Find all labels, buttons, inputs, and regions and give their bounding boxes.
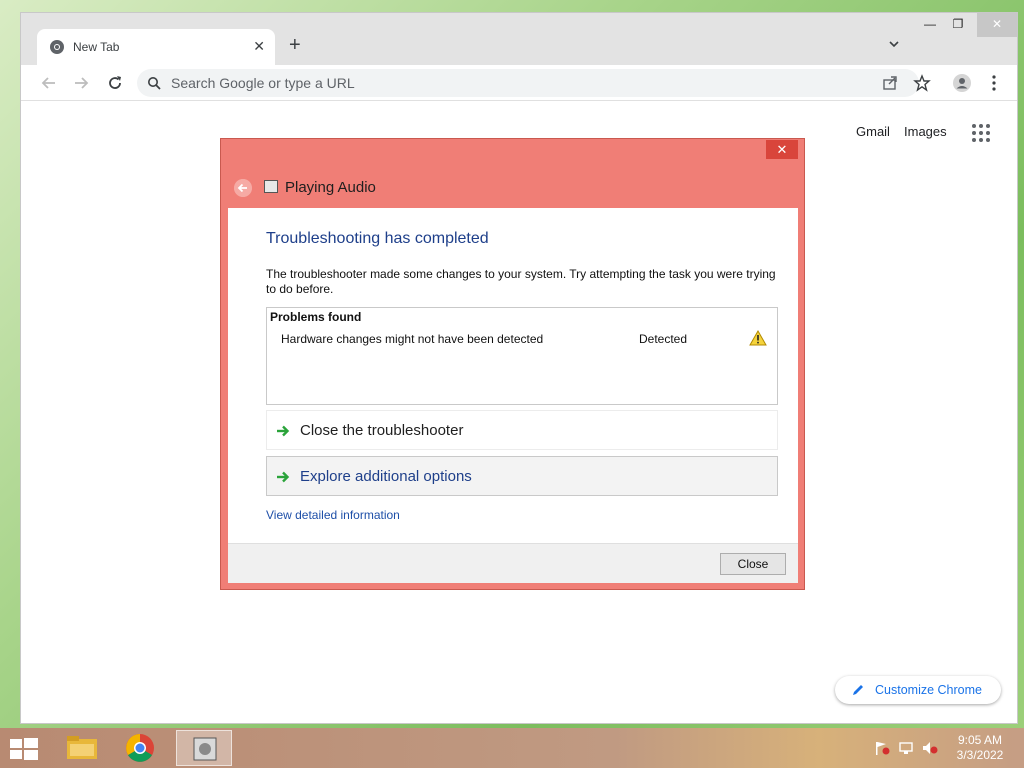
action-center-flag-icon[interactable] — [874, 741, 890, 755]
dialog-footer: Close — [228, 543, 798, 583]
bookmark-star-icon[interactable] — [913, 74, 931, 92]
forward-arrow-icon[interactable] — [71, 73, 91, 93]
clock-date: 3/3/2022 — [956, 748, 1004, 762]
reload-icon[interactable] — [105, 73, 125, 93]
gmail-link[interactable]: Gmail — [856, 124, 890, 139]
problems-header: Problems found — [270, 310, 362, 324]
green-arrow-icon — [277, 425, 290, 437]
completion-heading: Troubleshooting has completed — [266, 230, 489, 247]
chrome-taskbar-icon[interactable] — [112, 730, 168, 766]
share-icon[interactable] — [881, 74, 899, 92]
omnibox[interactable] — [137, 69, 919, 97]
tab-search-chevron-icon[interactable] — [887, 37, 901, 51]
google-apps-icon[interactable] — [972, 124, 990, 142]
warning-icon — [749, 330, 767, 346]
network-icon[interactable] — [898, 741, 914, 755]
tab-title: New Tab — [73, 40, 120, 54]
omnibox-input[interactable] — [171, 73, 851, 93]
option-label: Explore additional options — [300, 468, 472, 485]
volume-muted-icon[interactable] — [922, 741, 938, 755]
browser-toolbar — [21, 65, 1017, 101]
tab-strip: New Tab ✕ + — ❐ ✕ — [21, 13, 1017, 65]
audio-troubleshooter-icon — [264, 180, 278, 193]
dialog-title: Playing Audio — [285, 179, 376, 196]
taskbar: 9:05 AM 3/3/2022 — [0, 728, 1024, 768]
search-icon — [148, 77, 161, 90]
back-arrow-icon[interactable] — [234, 179, 252, 197]
file-explorer-icon[interactable] — [54, 730, 110, 766]
new-tab-button[interactable]: + — [289, 33, 301, 57]
window-close-button[interactable]: ✕ — [977, 13, 1017, 37]
tab-close-icon[interactable]: ✕ — [253, 38, 265, 55]
dialog-body: Troubleshooting has completed The troubl… — [228, 208, 798, 543]
dialog-close-icon[interactable]: ✕ — [766, 140, 798, 159]
view-detailed-information-link[interactable]: View detailed information — [266, 508, 400, 522]
problem-status: Detected — [639, 332, 688, 346]
problems-found-box: Problems found Hardware changes might no… — [266, 307, 778, 405]
minimize-button[interactable]: — — [915, 13, 945, 37]
customize-chrome-button[interactable]: Customize Chrome — [835, 676, 1001, 704]
clock-time: 9:05 AM — [957, 733, 1003, 747]
system-clock[interactable]: 9:05 AM 3/3/2022 — [948, 733, 1012, 763]
close-button[interactable]: Close — [720, 553, 786, 575]
windows-start-icon[interactable] — [10, 738, 38, 760]
explore-additional-options[interactable]: Explore additional options — [266, 456, 778, 496]
images-link[interactable]: Images — [904, 124, 947, 139]
maximize-button[interactable]: ❐ — [943, 13, 973, 37]
pencil-icon — [853, 685, 863, 695]
option-label: Close the troubleshooter — [300, 422, 464, 439]
completion-description: The troubleshooter made some changes to … — [266, 267, 776, 296]
tab-new-tab[interactable]: New Tab ✕ — [37, 29, 275, 65]
troubleshooter-taskbar-icon[interactable] — [176, 730, 232, 766]
profile-avatar-icon[interactable] — [953, 74, 971, 92]
chrome-logo-icon — [50, 40, 64, 54]
green-arrow-icon — [277, 471, 290, 483]
back-arrow-icon[interactable] — [39, 73, 59, 93]
close-troubleshooter-option[interactable]: Close the troubleshooter — [266, 410, 778, 450]
troubleshooter-dialog: ✕ Playing Audio Troubleshooting has comp… — [220, 138, 805, 590]
customize-chrome-label: Customize Chrome — [875, 683, 982, 697]
kebab-menu-icon[interactable] — [985, 74, 1003, 92]
problem-name: Hardware changes might not have been det… — [281, 332, 544, 346]
